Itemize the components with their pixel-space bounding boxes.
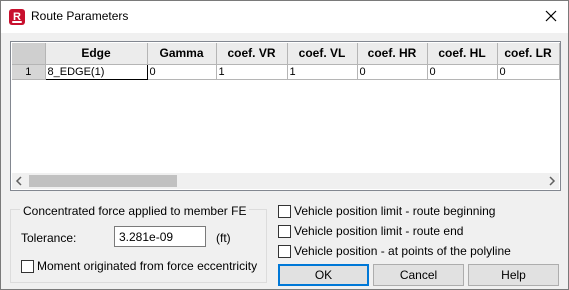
column-header-coef-hl[interactable]: coef. HL bbox=[427, 43, 498, 65]
column-header-coef-lr[interactable]: coef. LR bbox=[497, 43, 560, 65]
app-logo-bar bbox=[12, 21, 22, 23]
route-beginning-checkbox[interactable] bbox=[278, 204, 291, 218]
concentrated-force-group-title: Concentrated force applied to member FE bbox=[20, 204, 250, 218]
column-header-coef-hr[interactable]: coef. HR bbox=[357, 43, 428, 65]
window-title: Route Parameters bbox=[31, 9, 129, 23]
parameters-table: Edge Gamma coef. VR coef. VL coef. HR co… bbox=[12, 43, 560, 80]
moment-eccentricity-checkbox[interactable] bbox=[21, 259, 34, 273]
scroll-right-button[interactable] bbox=[543, 173, 559, 189]
row-header[interactable]: 1 bbox=[12, 64, 46, 80]
tolerance-label: Tolerance: bbox=[21, 231, 77, 245]
route-beginning-label: Vehicle position limit - route beginning bbox=[294, 204, 496, 218]
cell-coef-vr[interactable]: 1 bbox=[216, 64, 288, 80]
close-button[interactable] bbox=[534, 1, 568, 32]
title-bar: R Route Parameters bbox=[1, 1, 568, 33]
scrollbar-thumb[interactable] bbox=[29, 175, 177, 187]
cell-coef-hr[interactable]: 0 bbox=[357, 64, 428, 80]
chevron-left-icon bbox=[15, 176, 22, 186]
cancel-button[interactable]: Cancel bbox=[373, 264, 464, 286]
ok-button[interactable]: OK bbox=[278, 264, 369, 286]
column-header-edge[interactable]: Edge bbox=[45, 43, 148, 65]
moment-eccentricity-label: Moment originated from force eccentricit… bbox=[37, 259, 258, 273]
route-beginning-checkbox-row[interactable]: Vehicle position limit - route beginning bbox=[278, 204, 495, 218]
horizontal-scrollbar[interactable] bbox=[12, 173, 559, 189]
cell-gamma[interactable]: 0 bbox=[147, 64, 217, 80]
cell-coef-vl[interactable]: 1 bbox=[287, 64, 358, 80]
route-parameters-dialog: R Route Parameters Edge Gamma coef. VR c… bbox=[0, 0, 569, 290]
route-end-checkbox[interactable] bbox=[278, 224, 291, 238]
help-button[interactable]: Help bbox=[468, 264, 559, 286]
polyline-points-label: Vehicle position - at points of the poly… bbox=[294, 244, 511, 258]
chevron-right-icon bbox=[549, 176, 556, 186]
cell-coef-lr[interactable]: 0 bbox=[497, 64, 560, 80]
polyline-points-checkbox-row[interactable]: Vehicle position - at points of the poly… bbox=[278, 244, 511, 258]
polyline-points-checkbox[interactable] bbox=[278, 244, 291, 258]
close-icon bbox=[545, 10, 557, 22]
cell-coef-hl[interactable]: 0 bbox=[427, 64, 498, 80]
column-header-coef-vr[interactable]: coef. VR bbox=[216, 43, 288, 65]
moment-eccentricity-checkbox-row[interactable]: Moment originated from force eccentricit… bbox=[21, 259, 257, 273]
table-row[interactable]: 1 8_EDGE(1) 0 1 1 0 0 0 bbox=[12, 63, 560, 80]
route-end-checkbox-row[interactable]: Vehicle position limit - route end bbox=[278, 224, 463, 238]
column-header-gamma[interactable]: Gamma bbox=[147, 43, 217, 65]
tolerance-input[interactable] bbox=[114, 226, 206, 247]
column-header-coef-vl[interactable]: coef. VL bbox=[287, 43, 358, 65]
tolerance-unit: (ft) bbox=[216, 231, 231, 245]
route-end-label: Vehicle position limit - route end bbox=[294, 224, 464, 238]
grid-corner-cell[interactable] bbox=[12, 43, 46, 65]
parameters-grid[interactable]: Edge Gamma coef. VR coef. VL coef. HR co… bbox=[10, 41, 561, 191]
app-logo-icon: R bbox=[9, 9, 25, 25]
scroll-left-button[interactable] bbox=[12, 173, 28, 189]
cell-edge[interactable]: 8_EDGE(1) bbox=[44, 63, 148, 80]
